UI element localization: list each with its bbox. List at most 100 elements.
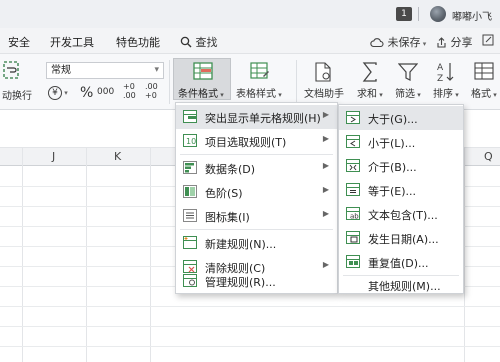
currency-icon: ¥ [48,86,62,100]
less-than-icon [346,135,360,148]
chevron-down-icon: ▾ [420,40,427,48]
tab-security[interactable]: 安全 [8,34,30,50]
column-header-k[interactable]: K [114,150,121,163]
menu-item-data-bars[interactable]: 数据条(D) ▶ [176,156,337,180]
grid-row-line [0,326,500,327]
menu-item-new-rule[interactable]: 新建规则(N)... [176,231,337,255]
submenu-arrow-icon: ▶ [322,134,329,143]
menu-item-label: 等于(E)... [368,185,417,198]
menu-item-label: 其他规则(M)... [368,280,441,293]
menu-item-label: 管理规则(R)... [205,276,276,289]
menu-item-greater-than[interactable]: 大于(G)... [339,106,463,130]
svg-text:ab: ab [350,213,359,221]
column-header-j[interactable]: J [52,150,55,163]
save-status-button[interactable]: 未保存 ▾ [370,34,426,50]
menu-item-duplicate-values[interactable]: 重复值(D)... [339,250,463,274]
ribbon-divider [296,60,297,104]
title-divider [418,7,419,21]
menu-item-equal-to[interactable]: 等于(E)... [339,178,463,202]
date-occurring-icon [346,231,360,244]
submenu-arrow-icon: ▶ [322,185,329,194]
tab-special-features[interactable]: 特色功能 [116,34,160,50]
menu-item-label: 突出显示单元格规则(H) [205,112,321,125]
menu-item-less-than[interactable]: 小于(L)... [339,130,463,154]
thousands-separator-button[interactable]: 000 [97,87,114,97]
top-bottom-rules-icon: 10 [183,134,197,147]
chevron-down-icon: ▾ [154,65,159,75]
highlight-rules-submenu: 大于(G)... 小于(L)... 介于(B)... 等于(E)... ab 文… [338,104,464,294]
column-header-q[interactable]: Q [484,150,493,163]
menu-item-more-rules[interactable]: 其他规则(M)... [339,275,463,294]
table-style-button[interactable]: 表格样式 ▾ [236,85,282,100]
submenu-arrow-icon: ▶ [322,161,329,170]
document-assistant-button[interactable]: 文档助手 [304,85,344,100]
conditional-format-icon [193,62,213,80]
menu-item-top-bottom-rules[interactable]: 10 项目选取规则(T) ▶ [176,129,337,153]
duplicate-values-icon [346,255,360,268]
title-bar: 1 嘟嘟小飞 [0,0,500,28]
conditional-format-label: 条件格式 ▾ [178,89,224,100]
conditional-format-menu: 突出显示单元格规则(H) ▶ 10 项目选取规则(T) ▶ 数据条(D) ▶ 色… [175,102,338,294]
share-button[interactable]: 分享 [436,34,473,50]
search-label: 查找 [195,36,218,49]
wrap-text-label[interactable]: 动换行 [2,87,32,102]
grid-column-line [22,148,23,362]
filter-icon[interactable] [398,62,418,82]
menu-item-color-scales[interactable]: 色阶(S) ▶ [176,180,337,204]
menu-item-between[interactable]: 介于(B)... [339,154,463,178]
grid-column-line [150,148,151,362]
increase-decimal-button[interactable]: +0 .00 [123,82,139,100]
unsaved-label: 未保存 [387,36,421,49]
menu-item-date-occurring[interactable]: 发生日期(A)... [339,226,463,250]
wrap-text-icon[interactable] [2,60,20,80]
menu-divider [180,229,333,230]
search-button[interactable]: 查找 [180,34,218,50]
menu-item-label: 色阶(S) [205,187,243,200]
sum-icon[interactable] [361,62,379,82]
user-avatar[interactable] [430,6,446,22]
conditional-format-button[interactable]: 条件格式 ▾ [173,58,231,100]
menu-item-label: 发生日期(A)... [368,233,439,246]
icon-sets-icon [183,209,197,222]
ribbon-divider [169,60,170,104]
menu-item-label: 大于(G)... [368,113,418,126]
menu-bar: 安全 开发工具 特色功能 查找 未保存 ▾ 分享 [0,28,500,54]
share-label: 分享 [450,36,473,49]
document-assistant-icon[interactable] [314,62,332,82]
table-style-icon[interactable] [250,62,270,80]
tab-developer-tools[interactable]: 开发工具 [50,34,94,50]
data-bars-icon [183,161,197,174]
menu-item-label: 数据条(D) [205,163,256,176]
more-tools-button[interactable] [482,34,494,47]
svg-text:10: 10 [186,137,196,146]
menu-item-label: 项目选取规则(T) [205,136,287,149]
svg-text:A: A [437,63,444,73]
manage-rules-icon [183,274,197,287]
share-icon [437,37,446,48]
number-format-value: 常规 [51,65,71,76]
notification-badge[interactable]: 1 [396,7,412,21]
user-name[interactable]: 嘟嘟小飞 [452,8,492,23]
menu-divider [180,154,333,155]
spreadsheet-window: 1 嘟嘟小飞 安全 开发工具 特色功能 查找 未保存 ▾ 分享 动换行 常规 ▾… [0,0,500,362]
number-format-select[interactable]: 常规 ▾ [46,62,164,79]
menu-item-manage-rules[interactable]: 管理规则(R)... [176,271,337,293]
submenu-arrow-icon: ▶ [322,260,329,269]
sum-button[interactable]: 求和 ▾ [357,85,383,100]
menu-item-highlight-cell-rules[interactable]: 突出显示单元格规则(H) ▶ [176,105,337,129]
between-icon [346,159,360,172]
decrease-decimal-button[interactable]: .00 +0 [145,82,161,100]
grid-column-line [464,148,465,362]
menu-item-icon-sets[interactable]: 图标集(I) ▶ [176,204,337,228]
sort-icon[interactable]: A Z [436,61,456,83]
format-icon[interactable] [474,62,494,80]
format-button[interactable]: 格式 ▾ [471,85,497,100]
submenu-arrow-icon: ▶ [322,110,329,119]
menu-item-text-contains[interactable]: ab 文本包含(T)... [339,202,463,226]
percent-format-button[interactable]: % [80,85,93,101]
filter-button[interactable]: 筛选 ▾ [395,85,421,100]
sort-button[interactable]: 排序 ▾ [433,85,459,100]
greater-than-icon [346,111,360,124]
grid-row-line [0,346,500,347]
currency-format-button[interactable]: ¥ ▾ [48,85,68,100]
